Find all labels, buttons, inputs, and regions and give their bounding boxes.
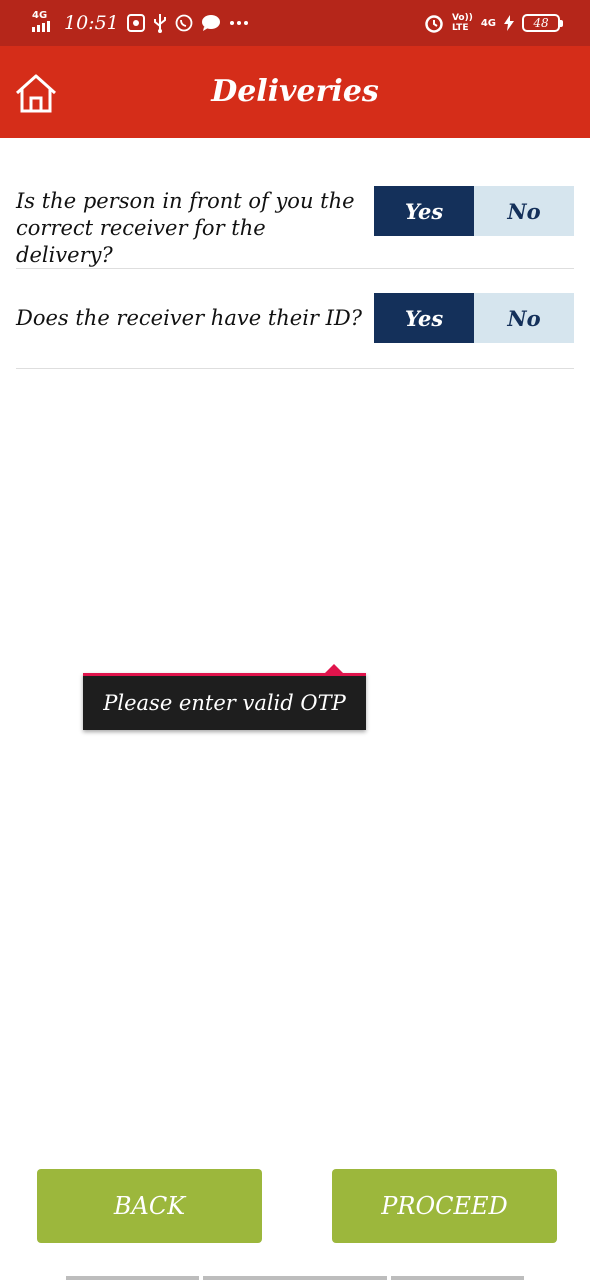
question-text: Does the receiver have their ID? bbox=[16, 306, 363, 330]
whatsapp-icon bbox=[175, 14, 193, 32]
status-time: 10:51 bbox=[64, 12, 119, 34]
yes-no-toggle: Yes No bbox=[374, 293, 574, 343]
volte-label: Vo)) bbox=[451, 13, 473, 23]
charging-bolt-icon bbox=[504, 15, 514, 31]
app-bar: Deliveries bbox=[0, 46, 590, 138]
toast-arrow bbox=[325, 664, 343, 673]
proceed-button[interactable]: PROCEED bbox=[332, 1169, 557, 1243]
question-row: Is the person in front of you the correc… bbox=[16, 138, 574, 269]
question-row: Does the receiver have their ID? Yes No bbox=[16, 269, 574, 369]
battery-level: 48 bbox=[533, 16, 549, 30]
alarm-icon bbox=[424, 13, 444, 33]
status-right: Vo)) LTE 4G 48 bbox=[424, 10, 563, 36]
error-toast: Please enter valid OTP bbox=[83, 664, 366, 730]
toast-message: Please enter valid OTP bbox=[103, 691, 346, 715]
question-text: Is the person in front of you the correc… bbox=[16, 189, 355, 267]
page-title: Deliveries bbox=[211, 74, 379, 109]
status-left: 4G 10:51 bbox=[32, 10, 249, 36]
yes-no-toggle: Yes No bbox=[374, 186, 574, 236]
more-dots-icon bbox=[229, 20, 249, 26]
network-type-left: 4G bbox=[32, 10, 48, 21]
volte-indicator: Vo)) LTE bbox=[452, 13, 473, 33]
status-bar: 4G 10:51 Vo)) LTE 4G 48 bbox=[0, 0, 590, 46]
yes-option[interactable]: Yes bbox=[374, 186, 474, 236]
bottom-scroll-indicator bbox=[0, 1276, 590, 1280]
no-option[interactable]: No bbox=[474, 293, 574, 343]
yes-option[interactable]: Yes bbox=[374, 293, 474, 343]
usb-icon bbox=[153, 13, 167, 33]
battery-icon: 48 bbox=[522, 14, 563, 32]
lte-label: LTE bbox=[451, 23, 469, 33]
back-button[interactable]: BACK bbox=[37, 1169, 262, 1243]
message-icon bbox=[201, 14, 221, 32]
network-type-right: 4G bbox=[480, 17, 496, 29]
no-option[interactable]: No bbox=[474, 186, 574, 236]
app-notification-icon bbox=[126, 14, 145, 32]
signal-icon: 4G bbox=[32, 10, 56, 34]
